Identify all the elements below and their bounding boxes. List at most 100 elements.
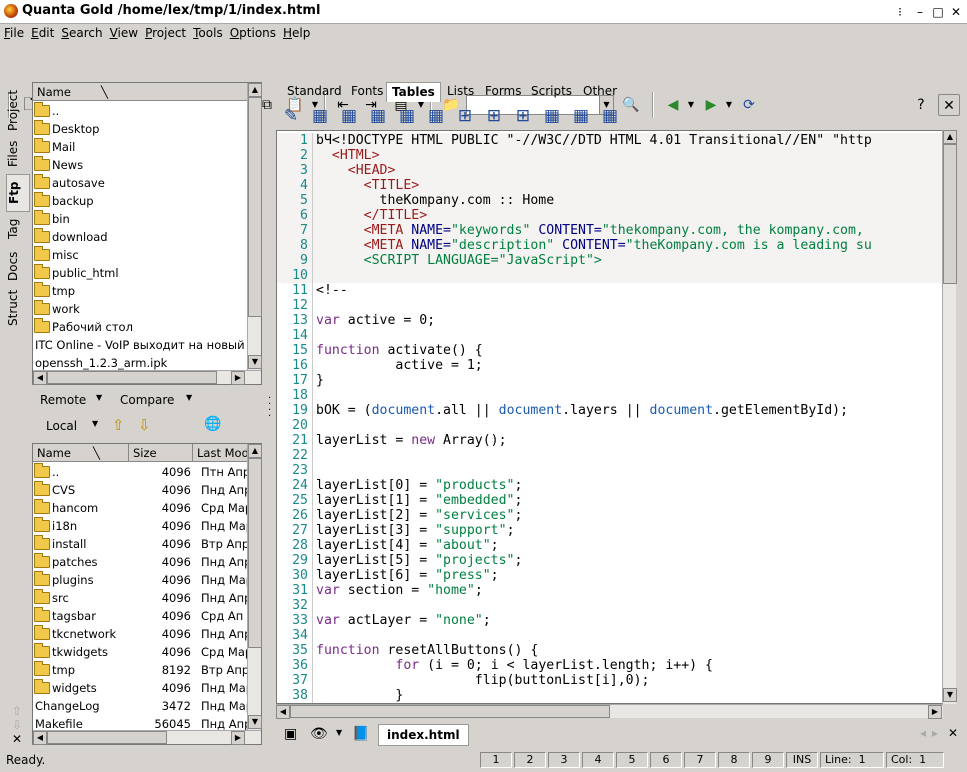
tab-scripts[interactable]: Scripts — [526, 82, 577, 102]
forward-dropdown-icon[interactable]: ▼ — [718, 94, 740, 116]
vtab-tag[interactable]: Tag — [6, 212, 30, 246]
tab-fonts[interactable]: Fonts — [346, 82, 388, 102]
tab-other[interactable]: Other — [578, 82, 622, 102]
preview-dropdown-icon[interactable]: ▼ — [336, 728, 342, 737]
vtab-docs[interactable]: Docs — [6, 246, 30, 286]
table-icon[interactable]: ▦ — [309, 106, 331, 126]
tree-item[interactable]: autosave — [33, 174, 247, 192]
table-split-icon[interactable]: ▦ — [570, 106, 592, 126]
scroll-up-icon[interactable]: ⇧ — [12, 704, 22, 718]
vtab-project[interactable]: Project — [6, 86, 30, 134]
close-panel-icon[interactable]: ✕ — [12, 732, 22, 746]
tree-item[interactable]: tmp — [33, 282, 247, 300]
help-icon[interactable]: ⁝ — [892, 4, 908, 20]
editor-hscroll[interactable]: ◀ ▶ — [276, 704, 943, 719]
ftp-row[interactable]: hancom 4096 Срд Мар — [33, 499, 247, 517]
vtab-files[interactable]: Files — [6, 134, 30, 174]
tab-forms[interactable]: Forms — [480, 82, 526, 102]
tree-item[interactable]: .. — [33, 102, 247, 120]
up-arrow-icon[interactable]: ⇧ — [112, 416, 125, 434]
close-tab-icon[interactable]: ✕ — [948, 726, 958, 740]
tree-item[interactable]: Рабочий стол — [33, 318, 247, 336]
ftp-header-name[interactable]: Name ╲ — [33, 444, 129, 462]
down-arrow-icon[interactable]: ⇩ — [138, 416, 151, 434]
tree-item[interactable]: work — [33, 300, 247, 318]
terminal-icon[interactable]: ▣ — [284, 726, 297, 742]
table-foot-icon[interactable]: ▦ — [396, 106, 418, 126]
ftp-row[interactable]: widgets 4096 Пнд Мар — [33, 679, 247, 697]
ftp-row[interactable]: tkcnetwork 4096 Пнд Апр — [33, 625, 247, 643]
ftp-row[interactable]: patches 4096 Пнд Апр — [33, 553, 247, 571]
table-caption-icon[interactable]: ▦ — [599, 106, 621, 126]
close-doc-button[interactable]: ✕ — [938, 94, 960, 116]
ftp-row[interactable]: ChangeLog 3472 Пнд Мар — [33, 697, 247, 715]
ftp-row[interactable]: tmp 8192 Втр Апр — [33, 661, 247, 679]
compare-button[interactable]: Compare — [120, 393, 174, 407]
reload-icon[interactable]: ⟳ — [738, 94, 760, 116]
tree-item[interactable]: ITC Online - VoIP выходит на новый — [33, 336, 247, 354]
ftp-row[interactable]: install 4096 Втр Апр — [33, 535, 247, 553]
editor-vscroll[interactable]: ▲ ▼ — [942, 130, 957, 704]
menu-item-file[interactable]: File — [0, 24, 27, 40]
close-button[interactable]: ✕ — [948, 4, 964, 20]
tab-prev-icon[interactable]: ◂ — [920, 726, 926, 740]
tree-item[interactable]: download — [33, 228, 247, 246]
search-icon[interactable]: 🔍 — [620, 94, 642, 116]
tab-standard[interactable]: Standard — [282, 82, 347, 102]
compare-dropdown-icon[interactable]: ▼ — [186, 393, 192, 402]
local-button[interactable]: Local — [46, 419, 77, 433]
ftp-hscroll[interactable]: ◀ ▶ — [33, 730, 261, 745]
minimize-button[interactable]: – — [912, 4, 928, 20]
vtab-ftp[interactable]: Ftp — [6, 174, 30, 212]
menu-item-help[interactable]: Help — [279, 24, 313, 40]
whats-this-icon[interactable]: ? — [910, 94, 932, 116]
tree-item[interactable]: public_html — [33, 264, 247, 282]
scroll-down-icon[interactable]: ⇩ — [12, 718, 22, 732]
menu-item-view[interactable]: View — [106, 24, 141, 40]
tree-header-name[interactable]: Name ╲ — [33, 83, 248, 101]
ftp-row[interactable]: plugins 4096 Пнд Мар — [33, 571, 247, 589]
splitter-handle[interactable]: · · · · — [268, 394, 271, 422]
ftp-row[interactable]: src 4096 Пнд Апр — [33, 589, 247, 607]
table-insert-row-icon[interactable]: ⊞ — [483, 106, 505, 126]
tree-item[interactable]: Desktop — [33, 120, 247, 138]
maximize-button[interactable]: □ — [930, 4, 946, 20]
vtab-struct[interactable]: Struct — [6, 286, 30, 330]
tab-lists[interactable]: Lists — [442, 82, 479, 102]
menu-item-options[interactable]: Options — [226, 24, 279, 40]
remote-button[interactable]: Remote — [40, 393, 86, 407]
menu-item-search[interactable]: Search — [57, 24, 105, 40]
tree-hscroll[interactable]: ◀ ▶ — [33, 370, 261, 385]
table-body-icon[interactable]: ▦ — [367, 106, 389, 126]
menu-item-tools[interactable]: Tools — [189, 24, 226, 40]
table-row-icon[interactable]: ▦ — [425, 106, 447, 126]
tab-next-icon[interactable]: ▸ — [932, 726, 938, 740]
tree-item[interactable]: News — [33, 156, 247, 174]
tree-vscroll[interactable]: ▲ ▼ — [247, 83, 262, 370]
back-dropdown-icon[interactable]: ▼ — [680, 94, 702, 116]
tab-index-html[interactable]: index.html — [378, 724, 469, 746]
tab-tables[interactable]: Tables — [386, 82, 441, 102]
ftp-header-lastmod[interactable]: Last Mod — [193, 444, 249, 462]
local-dropdown-icon[interactable]: ▼ — [92, 419, 98, 428]
tree-item[interactable]: misc — [33, 246, 247, 264]
table-wizard-icon[interactable]: ✎ — [280, 106, 302, 126]
code-area[interactable]: 1 bЧ<!DOCTYPE HTML PUBLIC "-//W3C//DTD HT… — [277, 133, 942, 703]
table-insert-col-icon[interactable]: ⊞ — [512, 106, 534, 126]
preview-eye-icon[interactable]: 👁 — [310, 726, 328, 742]
ftp-row[interactable]: CVS 4096 Пнд Апр — [33, 481, 247, 499]
menu-item-project[interactable]: Project — [141, 24, 189, 40]
connect-icon[interactable]: 🌐 — [204, 416, 221, 432]
tree-item[interactable]: bin — [33, 210, 247, 228]
code-editor[interactable]: 1 bЧ<!DOCTYPE HTML PUBLIC "-//W3C//DTD HT… — [276, 130, 943, 704]
ftp-row[interactable]: i18n 4096 Пнд Мар — [33, 517, 247, 535]
table-cell-icon[interactable]: ⊞ — [454, 106, 476, 126]
ftp-row[interactable]: tagsbar 4096 Срд Ап — [33, 607, 247, 625]
ftp-row[interactable]: .. 4096 Птн Апр — [33, 463, 247, 481]
book-icon[interactable]: 📘 — [352, 726, 369, 742]
table-head-icon[interactable]: ▦ — [338, 106, 360, 126]
remote-dropdown-icon[interactable]: ▼ — [96, 393, 102, 402]
menu-item-edit[interactable]: Edit — [27, 24, 57, 40]
ftp-header-size[interactable]: Size — [129, 444, 193, 462]
ftp-row[interactable]: tkwidgets 4096 Срд Мар — [33, 643, 247, 661]
